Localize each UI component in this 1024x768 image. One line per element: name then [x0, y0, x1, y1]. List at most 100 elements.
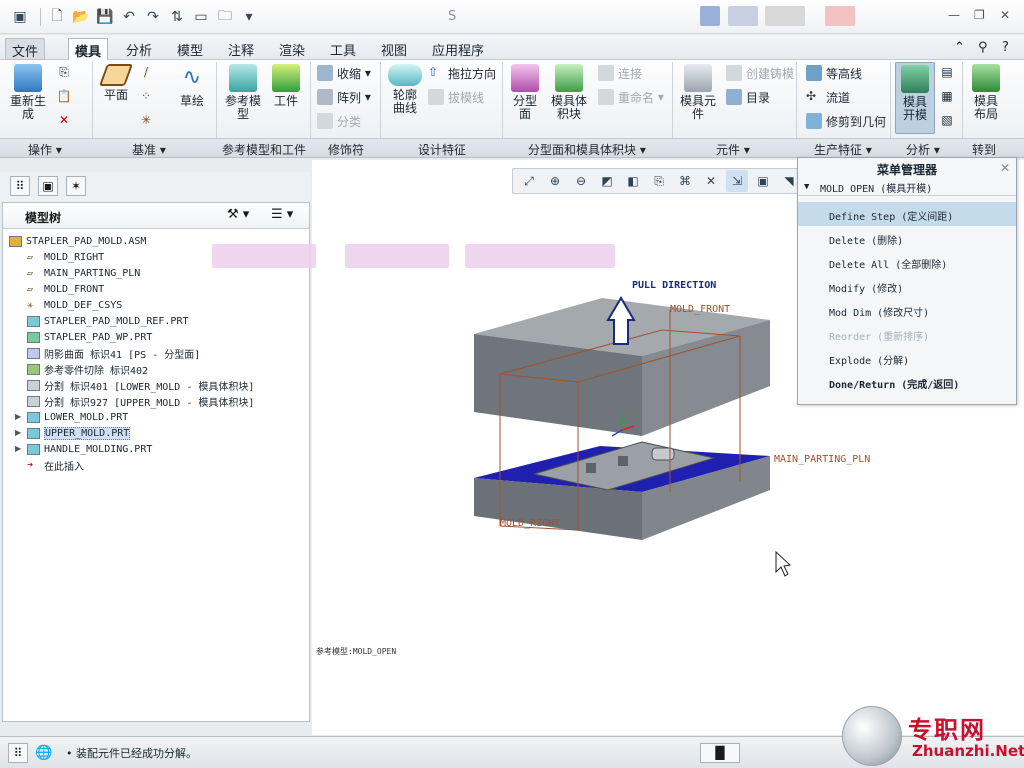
sketch-button[interactable]: ∿ 草绘: [174, 64, 210, 108]
selection-filter-icon[interactable]: ▐▌: [700, 743, 740, 763]
search-icon[interactable]: ⚲: [978, 40, 988, 55]
close-window-icon[interactable]: 🗀: [215, 7, 235, 27]
open-file-icon[interactable]: 📂: [71, 7, 91, 27]
repaint-icon[interactable]: ◩: [596, 170, 618, 192]
drag-direction-button[interactable]: ⇧ 拖拉方向: [428, 64, 496, 82]
customize-dropdown-icon[interactable]: ▾: [239, 7, 259, 27]
new-file-icon[interactable]: 🗋: [47, 7, 67, 27]
spin-center-icon[interactable]: ▣: [752, 170, 774, 192]
zoom-in-icon[interactable]: ⊕: [544, 170, 566, 192]
tab-annotate[interactable]: 注释: [222, 38, 260, 60]
draft-line-button[interactable]: 拔模线: [428, 88, 484, 106]
close-icon[interactable]: ✕: [1000, 161, 1010, 175]
regenerate-icon[interactable]: ⇅: [167, 7, 187, 27]
annotation-display-icon[interactable]: ⇲: [726, 170, 748, 192]
navigator-toggle-icon[interactable]: ⠿: [8, 743, 28, 763]
classify-button[interactable]: 分类: [317, 112, 361, 130]
contour-curve-button[interactable]: 轮廓 曲线: [386, 64, 424, 115]
tree-item[interactable]: 阴影曲面 标识41 [PS - 分型面]: [27, 345, 200, 361]
menu-manager-item[interactable]: Explode (分解): [798, 346, 1016, 370]
undo-icon[interactable]: ↶: [119, 7, 139, 27]
group-analysis[interactable]: 分析 ▾: [906, 141, 940, 158]
menu-manager-item[interactable]: Mod Dim (修改尺寸): [798, 298, 1016, 322]
tree-item[interactable]: ▱ MOLD_FRONT: [27, 281, 104, 297]
pattern-button[interactable]: 阵列 ▾: [317, 88, 371, 106]
saved-orientations-icon[interactable]: ⎘: [648, 170, 670, 192]
tab-render[interactable]: 渲染: [273, 38, 311, 60]
contour-line-button[interactable]: 等高线: [806, 64, 862, 82]
mold-volume-button[interactable]: 模具体 积块: [548, 64, 590, 121]
tab-tools[interactable]: 工具: [324, 38, 362, 60]
expand-arrow-icon[interactable]: ▶: [15, 444, 21, 453]
tree-item[interactable]: 参考零件切除 标识402: [27, 361, 148, 377]
create-casting-button[interactable]: 创建铸模: [726, 64, 794, 82]
tree-item[interactable]: LOWER_MOLD.PRT: [27, 409, 128, 425]
parting-surface-button[interactable]: 分型 面: [508, 64, 542, 121]
restore-icon[interactable]: ❐: [974, 8, 985, 22]
window-icon[interactable]: ▭: [191, 7, 211, 27]
tree-item[interactable]: ▱ MAIN_PARTING_PLN: [27, 265, 140, 281]
tree-item[interactable]: UPPER_MOLD.PRT: [27, 425, 131, 441]
tree-show-icon[interactable]: ☰ ▾: [271, 207, 293, 222]
axis-icon[interactable]: /: [138, 66, 154, 79]
tree-settings-icon[interactable]: ⚒ ▾: [227, 207, 249, 222]
close-icon[interactable]: ✕: [1000, 8, 1010, 22]
browser-toggle-icon[interactable]: 🌐: [34, 743, 54, 763]
folder-browser-tab-icon[interactable]: ▣: [38, 176, 58, 196]
workpiece-button[interactable]: 工件: [270, 64, 302, 108]
minimize-icon[interactable]: —: [948, 8, 960, 22]
analysis-icon-3[interactable]: ▧: [938, 114, 956, 127]
trim-to-geometry-button[interactable]: 修剪到几何: [806, 112, 886, 130]
group-operations[interactable]: 操作 ▾: [28, 141, 62, 158]
point-icon[interactable]: ⁘: [138, 90, 154, 103]
rename-button[interactable]: 重命名 ▾: [598, 88, 664, 106]
zoom-out-icon[interactable]: ⊖: [570, 170, 592, 192]
tab-model[interactable]: 模型: [171, 38, 209, 60]
display-style-icon[interactable]: ◧: [622, 170, 644, 192]
refit-icon[interactable]: ⤢: [518, 170, 540, 192]
tree-item[interactable]: HANDLE_MOLDING.PRT: [27, 441, 152, 457]
group-parting-mold-volume[interactable]: 分型面和模具体积块 ▾: [528, 141, 646, 158]
tab-mold[interactable]: 模具: [68, 38, 109, 60]
tree-item[interactable]: 分割 标识401 [LOWER_MOLD - 模具体积块]: [27, 377, 254, 393]
mold-layout-button[interactable]: 模具 布局: [966, 64, 1006, 121]
tree-item[interactable]: STAPLER_PAD_MOLD.ASM: [9, 233, 146, 249]
analysis-icon-2[interactable]: ▦: [938, 90, 956, 103]
mold-open-submenu[interactable]: ▼ MOLD OPEN (模具开模): [798, 178, 1016, 196]
copy-icon[interactable]: ⎘: [54, 66, 74, 79]
flow-button[interactable]: ✣ 流道: [806, 88, 850, 106]
shrink-button[interactable]: 收缩 ▾: [317, 64, 371, 82]
tab-view[interactable]: 视图: [375, 38, 413, 60]
menu-manager-item[interactable]: Define Step (定义间距): [798, 202, 1016, 226]
reference-model-button[interactable]: 参考模 型: [222, 64, 264, 121]
expand-arrow-icon[interactable]: ▶: [15, 428, 21, 437]
tree-item[interactable]: STAPLER_PAD_WP.PRT: [27, 329, 152, 345]
collapse-ribbon-icon[interactable]: ⌃: [954, 40, 965, 55]
mold-component-button[interactable]: 模具元 件: [678, 64, 718, 121]
save-icon[interactable]: 💾: [95, 7, 115, 27]
expand-arrow-icon[interactable]: ▶: [15, 412, 21, 421]
view-manager-icon[interactable]: ⌘: [674, 170, 696, 192]
model-tree-tab-icon[interactable]: ⠿: [10, 176, 30, 196]
tree-item[interactable]: STAPLER_PAD_MOLD_REF.PRT: [27, 313, 189, 329]
analysis-icon-1[interactable]: ▤: [938, 66, 956, 79]
mold-open-button[interactable]: 模具 开模: [895, 62, 935, 134]
help-icon[interactable]: ?: [1002, 40, 1009, 55]
tab-applications[interactable]: 应用程序: [426, 38, 490, 60]
group-components[interactable]: 元件 ▾: [716, 141, 750, 158]
delete-icon[interactable]: ✕: [54, 114, 74, 127]
connect-button[interactable]: 连接: [598, 64, 642, 82]
group-datum[interactable]: 基准 ▾: [132, 141, 166, 158]
tab-analysis[interactable]: 分析: [120, 38, 158, 60]
group-production-features[interactable]: 生产特征 ▾: [814, 141, 872, 158]
menu-manager-item[interactable]: Done/Return (完成/返回): [798, 370, 1016, 394]
plane-button[interactable]: 平面: [98, 64, 134, 102]
catalog-button[interactable]: 目录: [726, 88, 770, 106]
tree-item[interactable]: ▱ MOLD_RIGHT: [27, 249, 104, 265]
regenerate-button[interactable]: 重新生 成: [8, 64, 48, 121]
csys-icon[interactable]: ✳: [138, 114, 154, 127]
redo-icon[interactable]: ↷: [143, 7, 163, 27]
tree-item[interactable]: ➜ 在此插入: [27, 457, 84, 473]
menu-manager-item[interactable]: Modify (修改): [798, 274, 1016, 298]
paste-icon[interactable]: 📋: [54, 90, 74, 103]
